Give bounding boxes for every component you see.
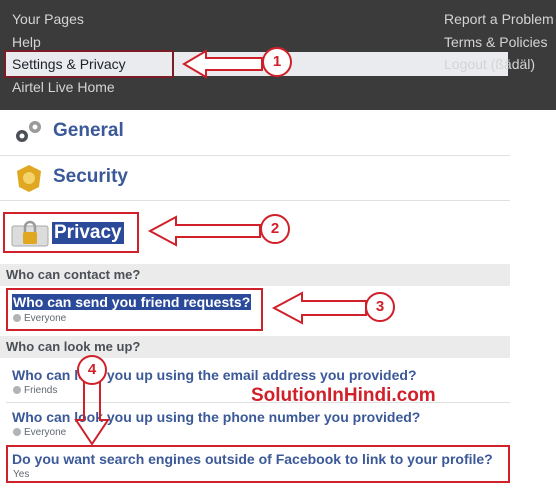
step-3-badge: 3	[365, 292, 395, 322]
watermark: SolutionInHindi.com	[251, 385, 436, 406]
arrow-1	[182, 49, 263, 79]
arrow-3	[271, 291, 367, 325]
step-1-badge: 1	[262, 47, 292, 77]
arrow-2	[147, 215, 261, 247]
step-2-badge: 2	[260, 214, 290, 244]
arrow-4	[74, 381, 110, 446]
step-4-badge: 4	[77, 355, 107, 385]
